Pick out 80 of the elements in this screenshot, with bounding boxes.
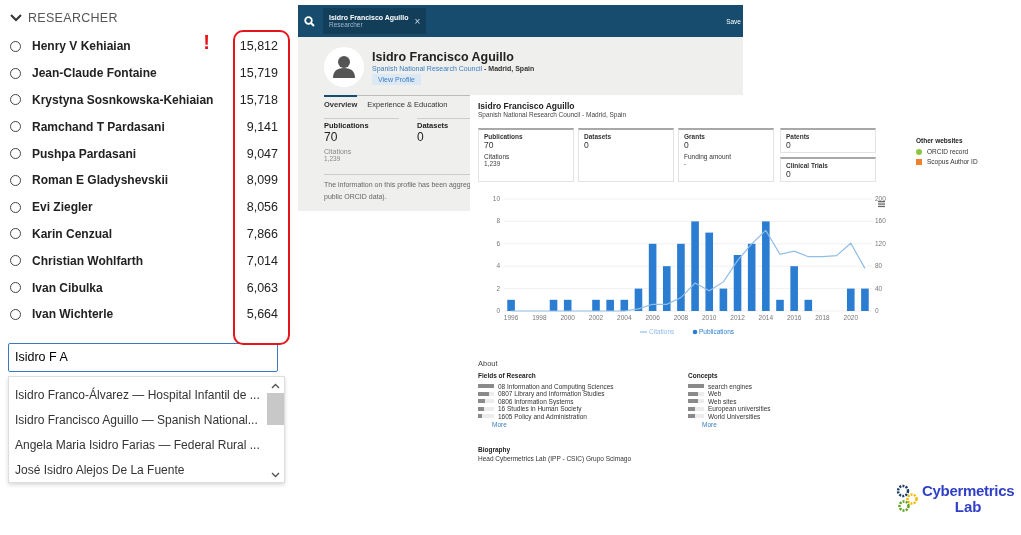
researcher-name: Pushpa Pardasani — [32, 146, 138, 161]
publication-bar — [776, 299, 784, 311]
stat-value: 0 — [584, 140, 590, 150]
researcher-name: Karin Cenzual — [32, 226, 113, 241]
researcher-option[interactable]: Ivan Wichterle 5,664 — [0, 300, 292, 328]
researcher-name: Ivan Wichterle — [32, 307, 115, 322]
researcher-option[interactable]: Krystyna Sosnkowska-Kehiaian 15,718 — [0, 86, 292, 114]
researcher-count: 5,664 — [245, 307, 279, 322]
suggestion-item[interactable]: Isidro Francisco Aguillo — Spanish National... — [9, 407, 267, 433]
scroll-down-icon[interactable] — [271, 471, 280, 478]
researcher-option[interactable]: Henry V Kehiaian ! 15,812 — [0, 33, 292, 60]
publication-bar — [620, 299, 629, 311]
researcher-name: Ivan Cibulka — [32, 280, 104, 295]
publication-bar — [648, 243, 657, 311]
stat-value: 0 — [684, 140, 690, 150]
search-field[interactable]: Isidro F A — [8, 342, 278, 372]
publication-bar — [747, 243, 756, 311]
researcher-count: 7,014 — [245, 253, 279, 268]
stat-value: 70 — [484, 140, 495, 150]
researcher-count: 6,063 — [245, 280, 279, 295]
alert-mark: ! — [203, 30, 210, 54]
publication-bar — [719, 288, 728, 311]
researcher-name: Evi Ziegler — [32, 200, 94, 215]
researcher-name: Roman E Gladyshevskii — [32, 173, 170, 188]
publication-bar — [861, 288, 869, 311]
stat-value: 0 — [417, 130, 424, 144]
researcher-name: Ramchand T Pardasani — [32, 119, 166, 134]
logo-text: Lab — [954, 499, 982, 515]
section-heading: RESEARCHER — [28, 11, 118, 25]
researcher-name: Henry V Kehiaian — [32, 39, 132, 54]
researcher-option[interactable]: Roman E Gladyshevskii 8,099 — [0, 167, 292, 194]
researcher-count: 9,141 — [245, 119, 279, 134]
close-button[interactable]: × — [414, 15, 421, 27]
publication-bar — [592, 299, 600, 311]
researcher-option[interactable]: Ramchand T Pardasani 9,141 — [0, 113, 292, 141]
researcher-option[interactable]: Jean-Claude Fontaine 15,719 — [0, 59, 292, 87]
researcher-name: Isidro Francisco Aguillo — [478, 101, 576, 111]
stat-value: 0 — [786, 169, 792, 179]
publication-bar — [846, 288, 855, 311]
suggestion-item[interactable]: Angela Maria Isidro Farias — Federal Rural ... — [9, 432, 267, 458]
avatar-icon — [324, 47, 364, 87]
suggestion-item[interactable]: José Isidro Alejos De La Fuente — [9, 457, 267, 483]
researcher-count: 15,812 — [238, 39, 279, 54]
researcher-name: Krystyna Sosnkowska-Kehiaian — [32, 93, 215, 107]
publication-bar — [549, 299, 558, 311]
researcher-option[interactable]: Ivan Cibulka 6,063 — [0, 274, 292, 301]
logo-text: Cybermetrics — [922, 483, 1015, 499]
researcher-name: Jean-Claude Fontaine — [32, 66, 158, 81]
publication-bar — [507, 299, 515, 311]
menu-icon[interactable] — [878, 201, 885, 208]
researcher-count: 15,719 — [238, 66, 279, 81]
publication-bar — [733, 255, 742, 311]
publication-bar — [563, 299, 572, 311]
researcher-option[interactable]: Evi Ziegler 8,056 — [0, 193, 292, 221]
researcher-name: Christian Wohlfarth — [32, 253, 145, 268]
suggestion-item[interactable]: Isidro Franco-Álvarez — Hospital Infantil de ... — [9, 382, 267, 408]
researcher-name: Isidro Francisco Aguillo — [372, 49, 514, 64]
researcher-option[interactable]: Karin Cenzual 7,866 — [0, 220, 292, 248]
gears-icon — [895, 483, 921, 513]
researcher-option[interactable]: Christian Wohlfarth 7,014 — [0, 247, 292, 275]
stat-value: 0 — [786, 140, 792, 150]
researcher-count: 8,099 — [245, 173, 279, 188]
researcher-count: 8,056 — [245, 200, 279, 215]
scroll-up-icon[interactable] — [271, 382, 280, 389]
publication-bar — [677, 243, 685, 311]
researcher-count: 15,718 — [238, 93, 279, 107]
legend-dot-icon — [692, 329, 698, 335]
stat-value: 70 — [324, 130, 338, 144]
publication-bar — [804, 299, 813, 311]
scrollbar-thumb[interactable] — [267, 392, 284, 425]
chevron-icon[interactable] — [10, 14, 22, 22]
researcher-count: 7,866 — [245, 226, 279, 241]
legend-line-icon — [639, 331, 648, 333]
search-icon[interactable] — [304, 15, 315, 27]
publication-bar — [662, 266, 671, 311]
publication-bar — [606, 299, 614, 311]
publication-bar — [790, 266, 798, 311]
researcher-count: 9,047 — [245, 146, 279, 161]
publication-bar — [634, 288, 643, 311]
researcher-option[interactable]: Pushpa Pardasani 9,047 — [0, 140, 292, 167]
